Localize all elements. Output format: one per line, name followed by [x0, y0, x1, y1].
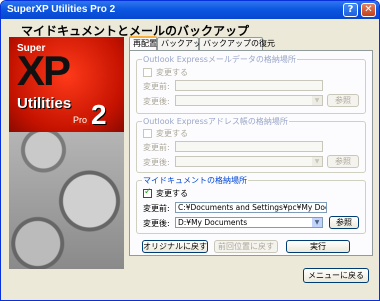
- tab-panel: Outlook Expressメールデータの格納場所 変更する 変更前: 変更後…: [129, 50, 373, 256]
- outlook-mail-after-select[interactable]: ▼: [175, 95, 323, 106]
- tab-backup[interactable]: バックアップ: [157, 37, 209, 50]
- logo-two: 2: [91, 99, 107, 130]
- outlook-address-legend: Outlook Expressアドレス帳の格納場所: [142, 116, 289, 127]
- product-logo: Super XP Utilities Pro 2: [9, 37, 124, 269]
- restore-previous-button[interactable]: 前回位置に戻す: [214, 240, 278, 253]
- my-documents-after-label: 変更後:: [143, 219, 170, 228]
- my-documents-browse-button[interactable]: 参照: [329, 216, 359, 229]
- chevron-down-icon: ▼: [312, 157, 322, 166]
- chevron-down-icon: ▼: [312, 96, 322, 105]
- outlook-address-after-label: 変更後:: [143, 158, 170, 167]
- outlook-mail-checkbox-label: 変更する: [156, 68, 188, 77]
- outlook-mail-group: Outlook Expressメールデータの格納場所 変更する 変更前: 変更後…: [136, 54, 366, 114]
- my-documents-after-value: D:¥My Documents: [178, 218, 248, 227]
- outlook-address-group: Outlook Expressアドレス帳の格納場所 変更する 変更前: 変更後:…: [136, 116, 366, 173]
- back-to-menu-button[interactable]: メニューに戻る: [303, 268, 369, 283]
- outlook-mail-checkbox[interactable]: [143, 68, 152, 77]
- my-documents-before-field[interactable]: C:¥Documents and Settings¥pc¥My Document…: [175, 202, 327, 213]
- close-button[interactable]: ✕: [361, 3, 376, 17]
- my-documents-checkbox[interactable]: [143, 187, 152, 198]
- my-documents-after-select[interactable]: D:¥My Documents ▼: [175, 217, 323, 228]
- outlook-address-before-label: 変更前:: [143, 143, 170, 152]
- my-documents-checkbox-label: 変更する: [156, 189, 188, 198]
- outlook-address-checkbox-label: 変更する: [156, 129, 188, 138]
- my-documents-legend: マイドキュメントの格納場所: [142, 175, 248, 186]
- logo-utilities: Utilities: [17, 95, 72, 112]
- my-documents-before-label: 変更前:: [143, 204, 170, 213]
- outlook-mail-after-label: 変更後:: [143, 97, 170, 106]
- outlook-mail-before-label: 変更前:: [143, 82, 170, 91]
- outlook-mail-legend: Outlook Expressメールデータの格納場所: [142, 54, 297, 65]
- tab-restore-backup[interactable]: バックアップの復元: [199, 37, 275, 50]
- outlook-mail-browse-button[interactable]: 参照: [327, 94, 359, 107]
- app-window: SuperXP Utilities Pro 2 ? ✕ マイドキュメントとメール…: [0, 0, 380, 301]
- outlook-address-after-select[interactable]: ▼: [175, 156, 323, 167]
- my-documents-group: マイドキュメントの格納場所 変更する 変更前: C:¥Documents and…: [136, 175, 366, 234]
- window-title: SuperXP Utilities Pro 2: [7, 4, 116, 15]
- restore-original-button[interactable]: オリジナルに戻す: [142, 240, 208, 253]
- title-bar: SuperXP Utilities Pro 2 ? ✕: [1, 1, 379, 19]
- outlook-address-checkbox[interactable]: [143, 129, 152, 138]
- logo-xp: XP: [17, 47, 71, 94]
- tab-relocate[interactable]: 再配置: [129, 36, 157, 50]
- outlook-address-before-field[interactable]: [175, 141, 323, 152]
- execute-button[interactable]: 実行: [286, 240, 350, 253]
- help-button[interactable]: ?: [343, 3, 358, 17]
- outlook-address-browse-button[interactable]: 参照: [327, 155, 359, 168]
- logo-pro: Pro: [71, 115, 90, 125]
- outlook-mail-before-field[interactable]: [175, 80, 323, 91]
- chevron-down-icon: ▼: [312, 218, 322, 227]
